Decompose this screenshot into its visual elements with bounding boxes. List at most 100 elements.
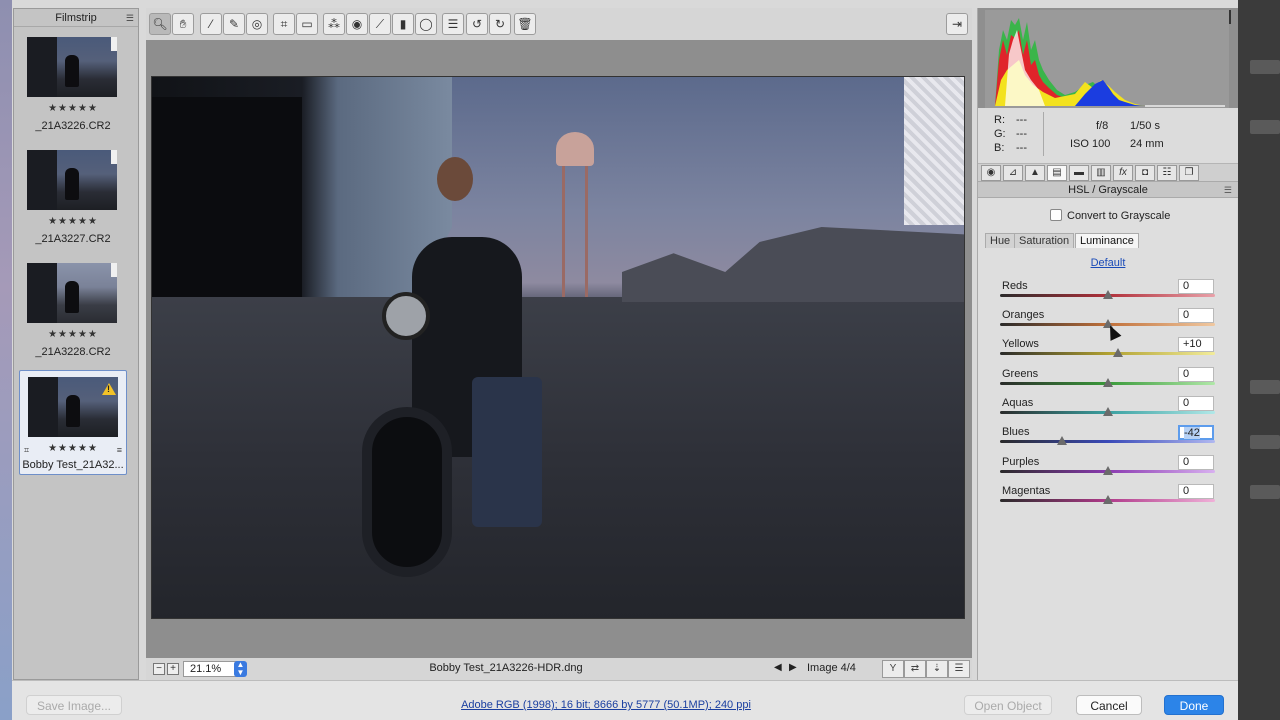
slider-value-field[interactable]: 0 bbox=[1178, 455, 1214, 470]
slider-track[interactable] bbox=[1000, 352, 1215, 355]
basic-tab-icon[interactable]: ◉ bbox=[981, 165, 1001, 181]
thumbnail-filename: _21A3228.CR2 bbox=[35, 346, 111, 358]
snapshots-tab-icon[interactable]: ❐ bbox=[1179, 165, 1199, 181]
copy-settings-icon[interactable]: ⇣ bbox=[926, 660, 948, 678]
filmstrip-item-selected[interactable]: ⌗ ≡ ★★★★★ Bobby Test_21A32... bbox=[19, 370, 127, 475]
focal-length-value: 24 mm bbox=[1130, 138, 1164, 150]
swap-settings-icon[interactable]: ⇄ bbox=[904, 660, 926, 678]
slider-yellows: Yellows +10 bbox=[1000, 337, 1225, 367]
trash-icon[interactable]: 🗑︎ bbox=[514, 13, 536, 35]
tone-curve-tab-icon[interactable]: ⊿ bbox=[1003, 165, 1023, 181]
filmstrip-item[interactable]: ★★★★★ _21A3228.CR2 bbox=[19, 257, 127, 363]
panel-title-bar: HSL / Grayscale ☰ bbox=[978, 182, 1238, 198]
fullscreen-toggle-icon[interactable]: ⇥ bbox=[946, 13, 968, 35]
filmstrip-item[interactable]: ★★★★★ _21A3226.CR2 bbox=[19, 31, 127, 137]
iso-value: ISO 100 bbox=[1070, 138, 1111, 150]
filmstrip-item[interactable]: ★★★★★ _21A3227.CR2 bbox=[19, 144, 127, 250]
previous-image-icon[interactable]: ◀ bbox=[774, 662, 782, 673]
star-rating[interactable]: ★★★★★ bbox=[19, 329, 127, 340]
slider-label: Aquas bbox=[1002, 397, 1034, 409]
slider-value-field[interactable]: 0 bbox=[1178, 367, 1214, 382]
slider-track[interactable] bbox=[1000, 440, 1215, 443]
star-rating[interactable]: ★★★★★ bbox=[19, 216, 127, 227]
image-preview-area bbox=[146, 40, 972, 658]
slider-value-field[interactable]: 0 bbox=[1178, 279, 1214, 294]
filmstrip-menu-icon[interactable]: ☰ bbox=[126, 9, 134, 27]
toggle-settings-icon[interactable]: ☰ bbox=[948, 660, 970, 678]
crop-tool-icon[interactable]: ⌗ bbox=[273, 13, 295, 35]
slider-blues: Blues -42 bbox=[1000, 425, 1225, 455]
slider-thumb[interactable] bbox=[1113, 348, 1124, 357]
save-image-button[interactable]: Save Image... bbox=[26, 695, 122, 715]
star-rating[interactable]: ★★★★★ bbox=[19, 103, 127, 114]
shutter-value: 1/50 s bbox=[1130, 120, 1160, 132]
checkbox-box[interactable] bbox=[1050, 209, 1062, 221]
photo-sheds bbox=[622, 227, 964, 302]
slider-value-field[interactable]: +10 bbox=[1178, 337, 1214, 352]
targeted-adjustment-tool-icon[interactable]: ◎ bbox=[246, 13, 268, 35]
aperture-value: f/8 bbox=[1096, 120, 1109, 132]
white-balance-tool-icon[interactable]: ⁄ bbox=[200, 13, 222, 35]
default-link[interactable]: Default bbox=[978, 257, 1238, 269]
before-after-toggle-icon[interactable]: Y bbox=[882, 660, 904, 678]
color-sampler-tool-icon[interactable]: ✎ bbox=[223, 13, 245, 35]
slider-value-field[interactable]: 0 bbox=[1178, 396, 1214, 411]
slider-value-field[interactable]: -42 bbox=[1178, 425, 1214, 440]
camera-calibration-tab-icon[interactable]: ◘ bbox=[1135, 165, 1155, 181]
straighten-tool-icon[interactable]: ▭ bbox=[296, 13, 318, 35]
star-rating[interactable]: ★★★★★ bbox=[20, 443, 126, 454]
toolbar: 🔍︎ ✋︎ ⁄ ✎ ◎ ⌗ ▭ ⁂ ◉ ⟋ ▮ ◯ ☰ ↺ ↻ 🗑︎ ⇥ bbox=[146, 8, 972, 40]
slider-label: Purples bbox=[1002, 456, 1040, 468]
effects-tab-icon[interactable]: fx bbox=[1113, 165, 1133, 181]
detail-tab-icon[interactable]: ▲ bbox=[1025, 165, 1045, 181]
zoom-out-button[interactable]: − bbox=[153, 663, 165, 675]
preferences-icon[interactable]: ☰ bbox=[442, 13, 464, 35]
graduated-filter-icon[interactable]: ▮ bbox=[392, 13, 414, 35]
slider-thumb[interactable] bbox=[1102, 466, 1113, 475]
photo-preview[interactable] bbox=[151, 76, 965, 619]
slider-value-field[interactable]: 0 bbox=[1178, 484, 1214, 499]
red-eye-tool-icon[interactable]: ◉ bbox=[346, 13, 368, 35]
b-label: B: bbox=[994, 142, 1005, 154]
slider-thumb[interactable] bbox=[1102, 290, 1113, 299]
zoom-in-button[interactable]: + bbox=[167, 663, 179, 675]
thumbnail-filename: _21A3227.CR2 bbox=[35, 233, 111, 245]
hsl-tab-icon[interactable]: ▤ bbox=[1047, 165, 1067, 181]
slider-thumb[interactable] bbox=[1057, 436, 1068, 445]
image-counter: Image 4/4 bbox=[807, 662, 856, 674]
subtab-saturation[interactable]: Saturation bbox=[1014, 233, 1075, 248]
convert-to-grayscale-checkbox[interactable]: Convert to Grayscale bbox=[1050, 209, 1170, 222]
panel-menu-icon[interactable]: ☰ bbox=[1224, 182, 1232, 198]
done-button[interactable]: Done bbox=[1164, 695, 1224, 715]
open-object-button[interactable]: Open Object bbox=[964, 695, 1052, 715]
cancel-button[interactable]: Cancel bbox=[1076, 695, 1142, 715]
adjustment-brush-icon[interactable]: ⟋ bbox=[369, 13, 391, 35]
zoom-dropdown-icon[interactable]: ▲ ▼ bbox=[234, 661, 247, 677]
spot-removal-tool-icon[interactable]: ⁂ bbox=[323, 13, 345, 35]
convert-label: Convert to Grayscale bbox=[1067, 210, 1171, 222]
subtab-hue[interactable]: Hue bbox=[985, 233, 1016, 248]
rotate-right-icon[interactable]: ↻ bbox=[489, 13, 511, 35]
subtab-luminance[interactable]: Luminance bbox=[1075, 233, 1139, 248]
slider-thumb[interactable] bbox=[1102, 378, 1113, 387]
hand-tool-icon[interactable]: ✋︎ bbox=[172, 13, 194, 35]
slider-thumb[interactable] bbox=[1102, 495, 1113, 504]
slider-thumb[interactable] bbox=[1102, 407, 1113, 416]
radial-filter-icon[interactable]: ◯ bbox=[415, 13, 437, 35]
zoom-tool-icon[interactable]: 🔍︎ bbox=[149, 13, 171, 35]
b-value: --- bbox=[1016, 142, 1027, 154]
presets-tab-icon[interactable]: ☷ bbox=[1157, 165, 1177, 181]
slider-value-field[interactable]: 0 bbox=[1178, 308, 1214, 323]
rotate-left-icon[interactable]: ↺ bbox=[466, 13, 488, 35]
readout-divider bbox=[1043, 112, 1044, 156]
split-toning-tab-icon[interactable]: ▬ bbox=[1069, 165, 1089, 181]
r-value: --- bbox=[1016, 114, 1027, 126]
next-image-icon[interactable]: ▶ bbox=[789, 662, 797, 673]
lens-corrections-tab-icon[interactable]: ▥ bbox=[1091, 165, 1111, 181]
workflow-options-link[interactable]: Adobe RGB (1998); 16 bit; 8666 by 5777 (… bbox=[456, 699, 756, 711]
rgb-exif-readout: R: --- G: --- B: --- f/8 1/50 s ISO 100 … bbox=[978, 108, 1238, 164]
histogram-area bbox=[978, 8, 1238, 108]
slider-label: Greens bbox=[1002, 368, 1039, 380]
background-app-element bbox=[1250, 435, 1280, 449]
slider-label: Oranges bbox=[1002, 309, 1045, 321]
